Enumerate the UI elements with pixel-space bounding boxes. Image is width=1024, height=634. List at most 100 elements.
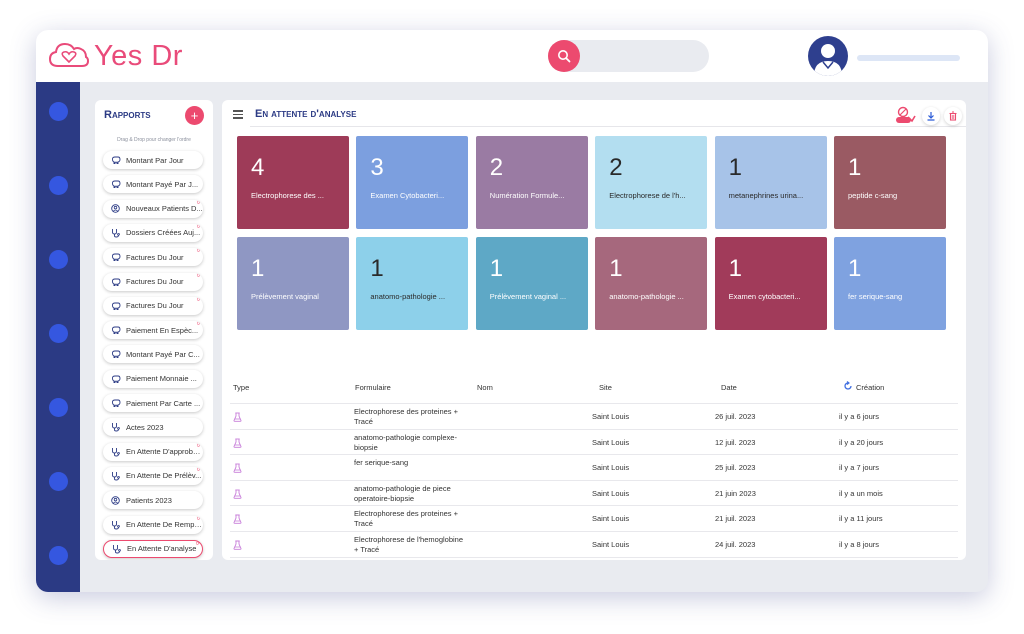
report-item[interactable]: Paiement Monnaie ... bbox=[103, 369, 203, 388]
cell-date: 21 juin 2023 bbox=[715, 488, 756, 498]
report-item[interactable]: Patients 2023 bbox=[103, 491, 203, 510]
add-report-button[interactable]: + bbox=[185, 106, 204, 125]
report-item-label: Montant Par Jour bbox=[126, 155, 184, 165]
card-count: 1 bbox=[848, 255, 862, 282]
card-count: 1 bbox=[489, 255, 504, 282]
card-label: Prélèvement vaginal ... bbox=[489, 292, 567, 301]
cell-site: Saint Louis bbox=[592, 540, 630, 549]
report-item[interactable]: Factures Du Jour ⟳ bbox=[103, 296, 203, 315]
nav-item-2[interactable] bbox=[49, 176, 68, 195]
search-bar[interactable] bbox=[548, 40, 709, 72]
flask-icon bbox=[233, 463, 242, 475]
stethoscope-icon bbox=[111, 228, 121, 238]
analysis-card[interactable]: 3 Examen Cytobacteri... bbox=[356, 136, 469, 229]
user-name-placeholder bbox=[857, 55, 960, 61]
report-item-label: En Attente De Rempli... bbox=[126, 520, 203, 529]
analysis-card[interactable]: 1 anatomo-pathologie ... bbox=[356, 237, 469, 330]
refresh-badge-icon: ⟳ bbox=[195, 540, 200, 547]
cell-formulaire: anatomo-pathologie complexe-biopsie bbox=[354, 432, 457, 452]
analysis-card[interactable]: 1 Examen cytobacteri... bbox=[714, 237, 827, 330]
report-item[interactable]: Factures Du Jour ⟳ bbox=[103, 248, 203, 267]
flask-icon bbox=[233, 514, 242, 526]
col-nom[interactable]: Nom bbox=[477, 383, 493, 392]
analysis-card[interactable]: 1 Prélèvement vaginal bbox=[237, 237, 349, 330]
col-formulaire[interactable]: Formulaire bbox=[355, 383, 391, 392]
report-item[interactable]: Montant Payé Par C... bbox=[103, 345, 203, 364]
report-item-label: Montant Payé Par C... bbox=[126, 349, 200, 359]
side-nav bbox=[36, 82, 80, 592]
table-row[interactable]: anatomo-pathologie de piece operatoire-b… bbox=[230, 479, 958, 506]
nav-item-3[interactable] bbox=[49, 250, 68, 269]
reports-hint: Drag & Drop pour changer l'ordre bbox=[117, 137, 191, 143]
download-button[interactable] bbox=[922, 107, 940, 125]
report-item-label: Factures Du Jour bbox=[126, 277, 184, 286]
report-item[interactable]: Dossiers Créées Auj... ⟳ bbox=[103, 223, 203, 242]
card-count: 4 bbox=[251, 154, 265, 181]
report-item-label: Factures Du Jour bbox=[126, 252, 184, 262]
table-row[interactable]: Electrophorese des proteines + Tracé Sain… bbox=[230, 403, 958, 429]
menu-icon[interactable] bbox=[233, 110, 243, 121]
patient-icon bbox=[111, 204, 121, 213]
search-button[interactable] bbox=[548, 40, 580, 72]
piggy-bank-icon bbox=[111, 180, 121, 189]
analysis-card[interactable]: 1 anatomo-pathologie ... bbox=[595, 237, 708, 330]
analysis-card[interactable]: 4 Electrophorese des ... bbox=[237, 136, 349, 229]
cell-formulaire: Electrophorese de l'hemoglobine + Tracé bbox=[354, 535, 464, 554]
main-panel: En attente d'analyse 4 Electrophorese de… bbox=[222, 100, 966, 560]
doctor-avatar-icon bbox=[814, 44, 842, 76]
delete-button[interactable] bbox=[944, 107, 962, 125]
report-item[interactable]: En Attente De Rempli... ⟳ bbox=[103, 515, 203, 534]
cell-date: 12 juil. 2023 bbox=[715, 437, 756, 447]
report-item[interactable]: Montant Par Jour bbox=[103, 151, 203, 169]
table-row[interactable]: Prélèvement vaginalSaint Louis27 juil. 2… bbox=[230, 556, 958, 560]
report-item[interactable]: Nouveaux Patients D... ⟳ bbox=[103, 199, 203, 218]
cell-site: Saint Louis bbox=[592, 437, 630, 447]
col-type[interactable]: Type bbox=[233, 383, 249, 392]
nav-item-7[interactable] bbox=[49, 546, 68, 565]
flask-icon bbox=[233, 412, 242, 424]
stethoscope-icon bbox=[111, 520, 121, 529]
cloud-heart-icon bbox=[48, 42, 90, 67]
report-item[interactable]: Actes 2023 bbox=[103, 418, 203, 437]
nav-item-1[interactable] bbox=[49, 102, 68, 121]
analysis-card[interactable]: 1 Prélèvement vaginal ... bbox=[475, 237, 588, 330]
report-item-label: Paiement Monnaie ... bbox=[126, 374, 197, 384]
pills-button[interactable] bbox=[894, 105, 916, 125]
sort-icon[interactable] bbox=[843, 381, 853, 393]
analysis-card[interactable]: 2 Electrophorese de l'h... bbox=[595, 136, 708, 229]
analysis-card[interactable]: 1 fer serique-sang bbox=[834, 237, 946, 330]
app-window: Yes Dr Rapports + Drag & Drop pour chang… bbox=[36, 30, 988, 592]
analysis-card[interactable]: 2 Numération Formule... bbox=[475, 136, 588, 229]
col-date[interactable]: Date bbox=[721, 383, 737, 392]
report-item[interactable]: Montant Payé Par J... bbox=[103, 175, 203, 194]
cell-creation: il y a 20 jours bbox=[839, 437, 884, 447]
table-row[interactable]: Electrophorese des proteines + Tracé Sain… bbox=[230, 505, 958, 531]
report-item[interactable]: En Attente D'approba... ⟳ bbox=[103, 442, 203, 461]
nav-item-4[interactable] bbox=[49, 324, 68, 343]
cell-creation: il y a 6 jours bbox=[839, 412, 880, 421]
report-item-label: Dossiers Créées Auj... bbox=[126, 228, 201, 238]
report-item[interactable]: En Attente D'analyse ⟳ bbox=[103, 539, 203, 558]
refresh-badge-icon: ⟳ bbox=[196, 248, 201, 255]
report-item[interactable]: Factures Du Jour ⟳ bbox=[103, 272, 203, 291]
table-row[interactable]: fer serique-sang Saint Louis 25 juil. 2023… bbox=[230, 454, 958, 480]
nav-item-5[interactable] bbox=[49, 398, 68, 417]
nav-item-6[interactable] bbox=[49, 472, 68, 491]
table-row[interactable]: Electrophorese de l'hemoglobine + Tracé S… bbox=[230, 531, 958, 557]
report-item[interactable]: Paiement Par Carte ... bbox=[103, 394, 203, 412]
card-count: 3 bbox=[370, 154, 384, 181]
col-site[interactable]: Site bbox=[599, 383, 612, 392]
card-count: 1 bbox=[370, 255, 384, 282]
analysis-card[interactable]: 1 peptide c-sang bbox=[834, 136, 946, 229]
analysis-card[interactable]: 1 metanephrines urina... bbox=[714, 136, 827, 229]
refresh-badge-icon: ⟳ bbox=[196, 199, 201, 206]
cell-creation: il y a 11 jours bbox=[839, 514, 883, 524]
report-item-label: En Attente De Prélèv... bbox=[126, 471, 202, 481]
col-creation[interactable]: Création bbox=[856, 383, 884, 392]
report-item[interactable]: Paiement En Espèc... ⟳ bbox=[103, 321, 203, 340]
logo[interactable]: Yes Dr bbox=[48, 39, 183, 73]
piggy-bank-icon bbox=[111, 326, 121, 335]
avatar[interactable] bbox=[808, 36, 848, 76]
report-item[interactable]: En Attente De Prélèv... ⟳ bbox=[103, 466, 203, 485]
table-row[interactable]: anatomo-pathologie complexe-biopsie Saint… bbox=[230, 428, 958, 455]
